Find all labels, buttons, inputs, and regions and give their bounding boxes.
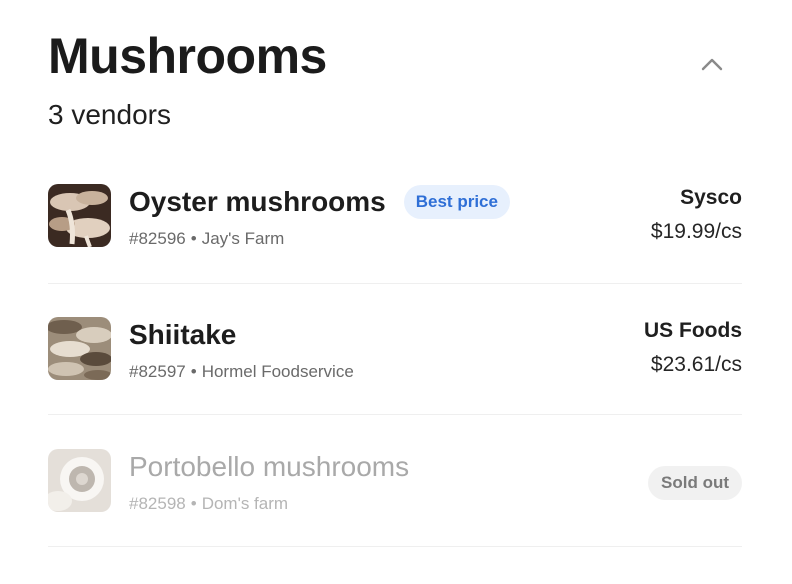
item-sku: #82597 <box>129 362 186 381</box>
item-name: Shiitake <box>129 319 237 350</box>
chevron-up-icon <box>701 58 723 71</box>
oyster-mushroom-thumbnail <box>48 184 111 247</box>
item-price: $23.61/cs <box>650 353 742 376</box>
section-title: Mushrooms <box>48 28 327 84</box>
list-item[interactable]: Shiitake #82597 • Hormel Foodservice US Fo… <box>48 317 742 417</box>
sold-out-badge: Sold out <box>648 466 742 500</box>
item-meta: #82597 • Hormel Foodservice <box>129 361 354 383</box>
item-farm: Dom's farm <box>201 494 289 513</box>
list-item[interactable]: Portobello mushrooms #82598 • Dom's farm S… <box>48 449 742 549</box>
item-farm: Jay's Farm <box>201 229 285 248</box>
divider <box>48 283 742 284</box>
item-name: Oyster mushrooms <box>129 186 386 217</box>
meta-separator: • <box>190 494 197 513</box>
meta-separator: • <box>190 229 197 248</box>
item-sku: #82598 <box>129 494 186 513</box>
list-item[interactable]: Oyster mushrooms Best price #82596 • Jay's… <box>48 184 742 284</box>
divider <box>48 414 742 415</box>
item-name: Portobello mushrooms <box>129 451 410 482</box>
vendor-name: US Foods <box>644 319 742 342</box>
divider <box>48 546 742 547</box>
item-sku: #82596 <box>129 229 186 248</box>
item-meta: #82598 • Dom's farm <box>129 493 288 515</box>
best-price-badge: Best price <box>403 185 510 219</box>
item-farm: Hormel Foodservice <box>201 362 354 381</box>
shiitake-mushroom-thumbnail <box>48 317 111 380</box>
item-price: $19.99/cs <box>650 220 742 243</box>
meta-separator: • <box>190 362 197 381</box>
portobello-mushroom-thumbnail <box>48 449 111 512</box>
item-meta: #82596 • Jay's Farm <box>129 228 284 250</box>
collapse-button[interactable] <box>696 50 728 78</box>
vendor-name: Sysco <box>680 186 742 209</box>
mushrooms-panel: Mushrooms 3 vendors Oyster mushrooms Bes… <box>0 0 792 584</box>
vendor-count: 3 vendors <box>48 99 171 130</box>
